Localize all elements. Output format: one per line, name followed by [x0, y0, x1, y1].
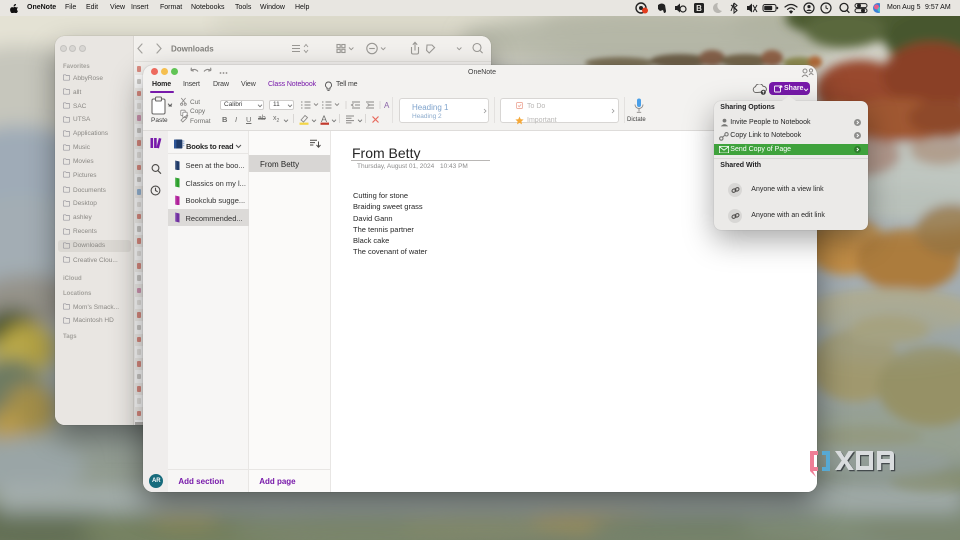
svg-text:Downloads: Downloads	[171, 45, 214, 54]
svg-text:A: A	[321, 114, 327, 124]
svg-text:B: B	[696, 4, 702, 13]
svg-text:A: A	[384, 101, 390, 110]
